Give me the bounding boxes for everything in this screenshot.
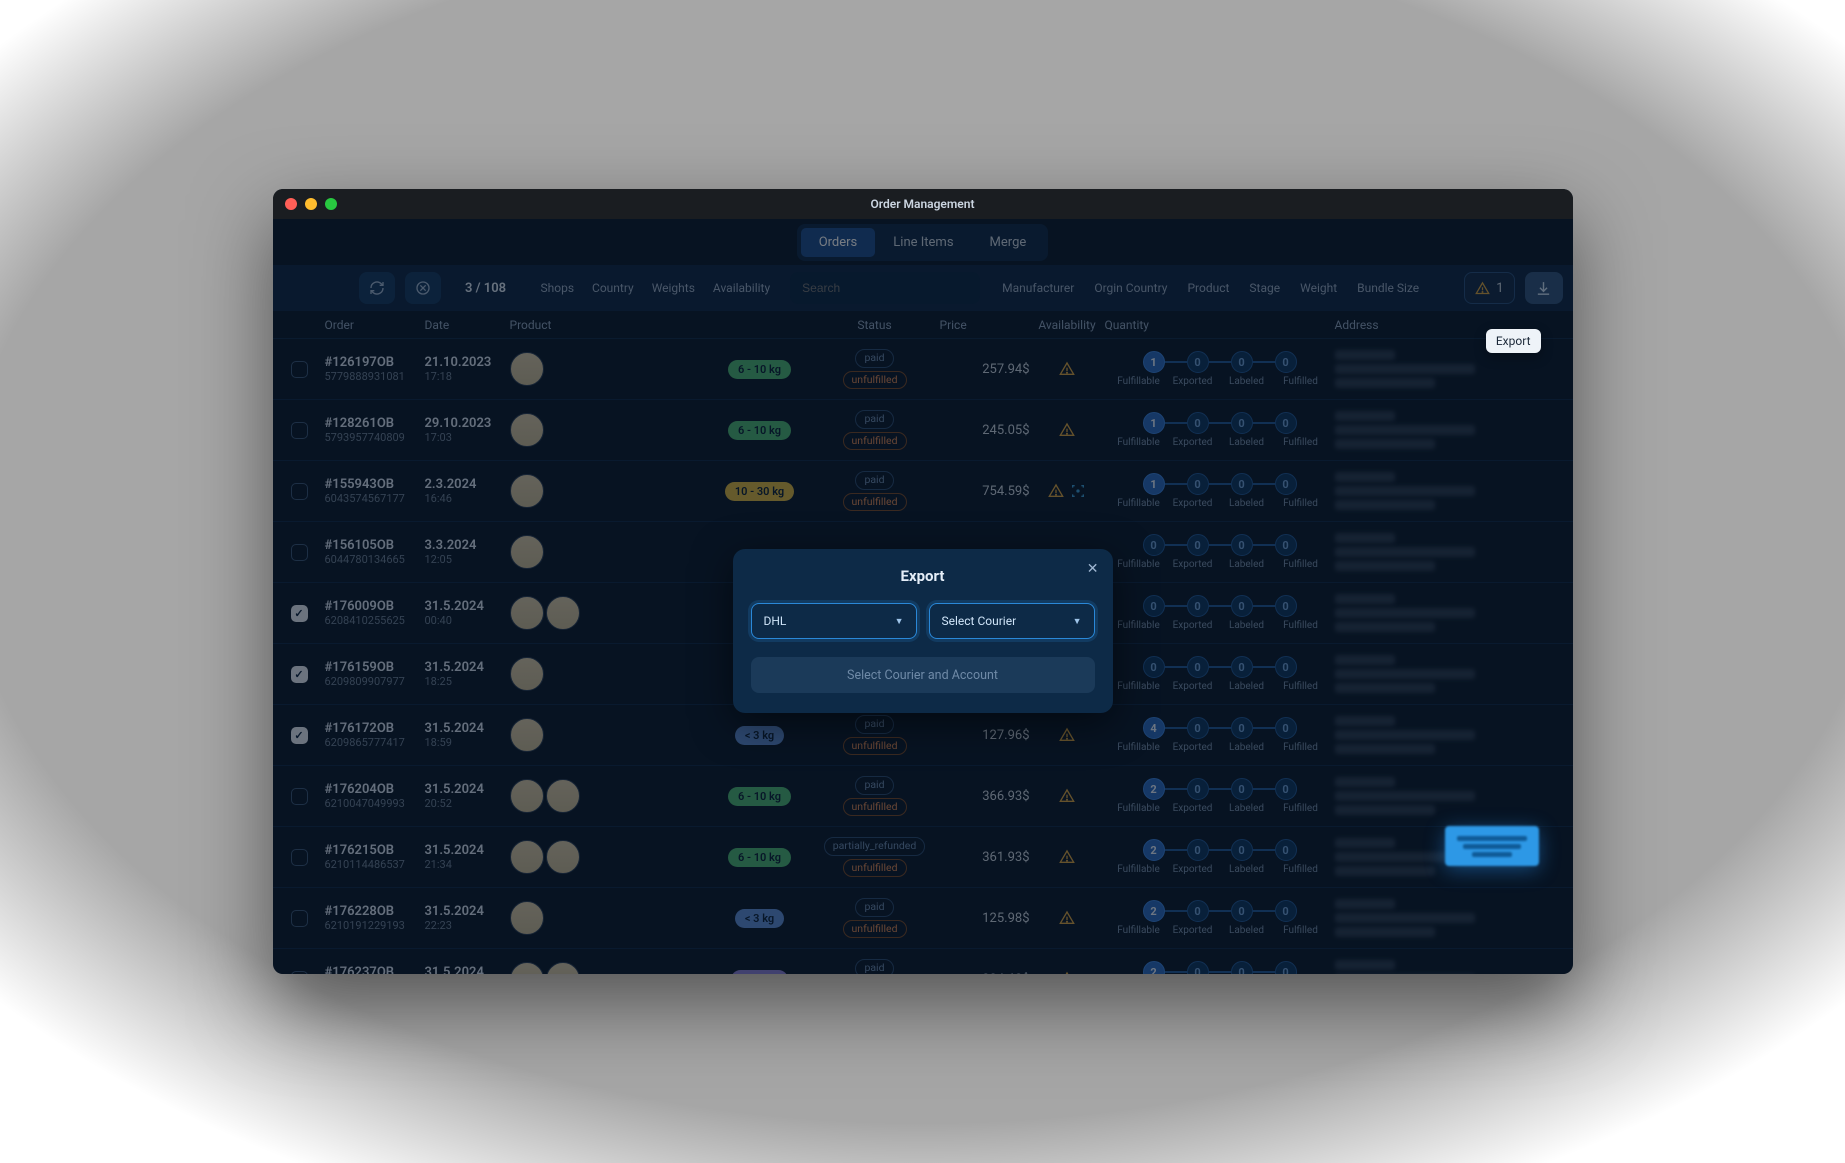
titlebar: Order Management xyxy=(273,189,1573,219)
courier-provider-value: DHL xyxy=(764,614,787,628)
modal-submit-button[interactable]: Select Courier and Account xyxy=(751,657,1095,693)
modal-close-button[interactable]: ✕ xyxy=(1087,561,1099,577)
window-title: Order Management xyxy=(273,197,1573,211)
floating-notification[interactable] xyxy=(1445,826,1539,866)
courier-provider-select[interactable]: DHL ▼ xyxy=(751,603,917,639)
app-window: Order Management OrdersLine ItemsMerge 3… xyxy=(273,189,1573,974)
chevron-down-icon: ▼ xyxy=(1073,616,1082,627)
courier-account-value: Select Courier xyxy=(942,614,1017,628)
modal-title: Export xyxy=(751,567,1095,585)
content: OrdersLine ItemsMerge 3 / 108 ShopsCount… xyxy=(273,219,1573,974)
courier-account-select[interactable]: Select Courier ▼ xyxy=(929,603,1095,639)
export-tooltip: Export xyxy=(1486,329,1541,353)
export-modal: ✕ Export DHL ▼ Select Courier ▼ Select C… xyxy=(733,549,1113,713)
chevron-down-icon: ▼ xyxy=(895,616,904,627)
